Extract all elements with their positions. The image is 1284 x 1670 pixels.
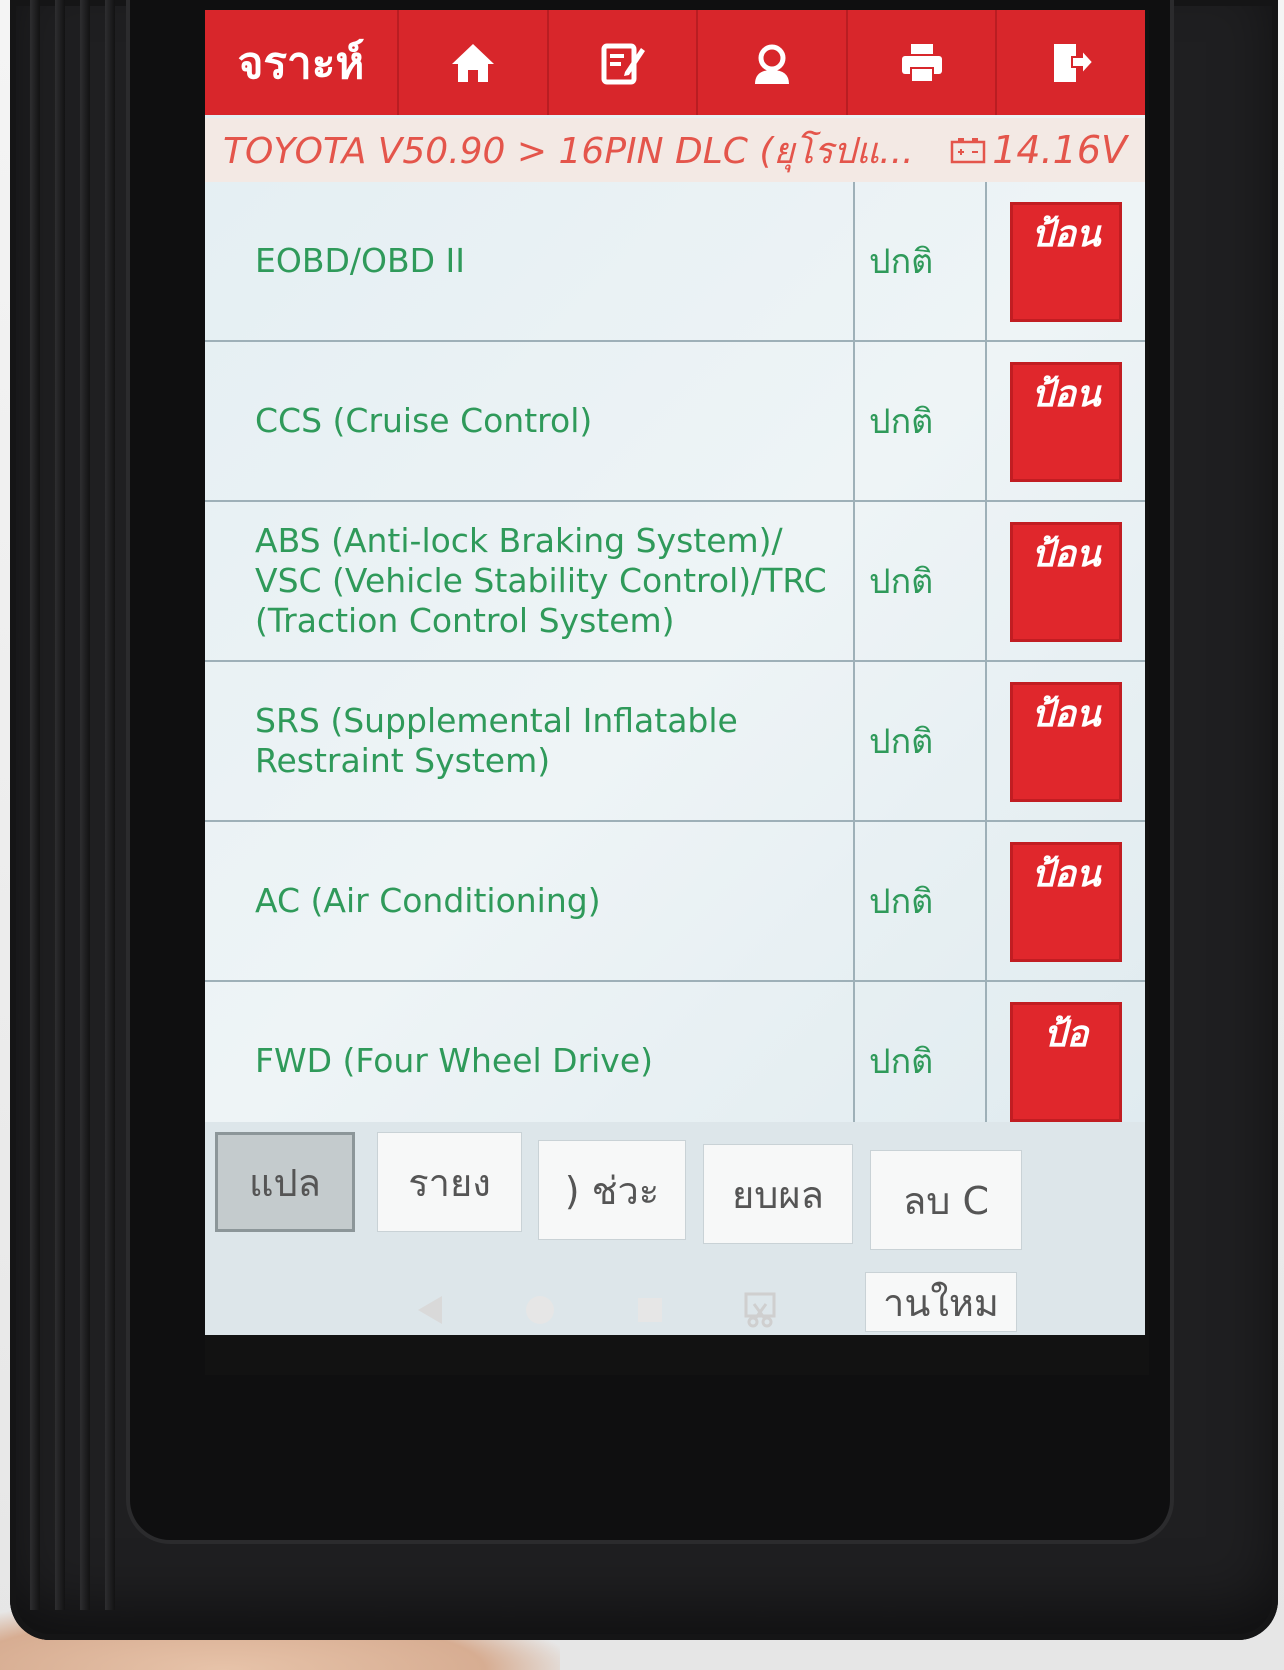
printer-icon	[901, 43, 942, 83]
table-row: FWD (Four Wheel Drive) ปกติ ป้อ	[205, 982, 1145, 1132]
breadcrumb: TOYOTA V50.90 > 16PIN DLC (ยุโรปแ... 14.…	[205, 118, 1145, 182]
table-row: EOBD/OBD II ปกติ ป้อน	[205, 182, 1145, 342]
table-row: SRS (Supplemental Inflatable Restraint S…	[205, 662, 1145, 822]
system-status: ปกติ	[857, 342, 987, 500]
exit-button[interactable]	[997, 10, 1145, 115]
case-ridge	[80, 0, 90, 1610]
home-button[interactable]	[399, 10, 549, 115]
page-title[interactable]: จราะห์	[205, 10, 399, 115]
system-status: ปกติ	[857, 822, 987, 980]
table-row: CCS (Cruise Control) ปกติ ป้อน	[205, 342, 1145, 502]
print-button[interactable]	[848, 10, 998, 115]
system-name: SRS (Supplemental Inflatable Restraint S…	[205, 662, 855, 820]
case-ridge	[30, 0, 40, 1610]
user-headset-icon	[754, 44, 789, 84]
nav-keys	[410, 1270, 830, 1350]
system-status: ปกติ	[857, 182, 987, 340]
view-results-button[interactable]: ยบผล	[703, 1144, 853, 1244]
edit-button[interactable]	[549, 10, 699, 115]
breadcrumb-path: TOYOTA V50.90 > 16PIN DLC (ยุโรปแ...	[223, 130, 914, 172]
enter-button[interactable]: ป้อน	[1010, 362, 1122, 482]
system-name: FWD (Four Wheel Drive)	[205, 982, 855, 1132]
report-button[interactable]: รายง	[377, 1132, 522, 1232]
system-name: EOBD/OBD II	[205, 182, 855, 340]
systems-table: EOBD/OBD II ปกติ ป้อน CCS (Cruise Contro…	[205, 182, 1145, 1132]
system-status: ปกติ	[857, 982, 987, 1132]
case-ridge	[105, 0, 115, 1610]
enter-button[interactable]: ป้อ	[1010, 1002, 1122, 1122]
table-row: ABS (Anti-lock Braking System)/ VSC (Veh…	[205, 502, 1145, 662]
system-name: ABS (Anti-lock Braking System)/ VSC (Veh…	[205, 502, 855, 660]
edit-note-icon	[601, 43, 646, 84]
clear-dtc-button[interactable]: ลบ C	[870, 1150, 1022, 1250]
rescan-button[interactable]: านใหม	[865, 1272, 1017, 1332]
translate-button[interactable]: แปล	[215, 1132, 355, 1232]
user-button[interactable]	[698, 10, 848, 115]
recents-square-icon[interactable]	[630, 1290, 670, 1330]
enter-button[interactable]: ป้อน	[1010, 842, 1122, 962]
system-status: ปกติ	[857, 502, 987, 660]
home-icon	[451, 43, 494, 82]
battery-voltage: 14.16V	[950, 128, 1127, 172]
system-status: ปกติ	[857, 662, 987, 820]
screenshot-scissors-icon[interactable]	[740, 1290, 780, 1330]
system-name: CCS (Cruise Control)	[205, 342, 855, 500]
back-icon[interactable]	[410, 1290, 450, 1330]
battery-icon	[950, 138, 986, 164]
home-circle-icon[interactable]	[520, 1290, 560, 1330]
screen: จราะห์ TOYOTA V50.90 > 16PIN DLC (ยุโรปแ…	[205, 10, 1149, 1375]
exit-icon	[1054, 43, 1095, 82]
enter-button[interactable]: ป้อน	[1010, 202, 1122, 322]
help-button[interactable]: ) ช่วะ	[538, 1140, 686, 1240]
system-name: AC (Air Conditioning)	[205, 822, 855, 980]
voltage-value: 14.16V	[992, 128, 1127, 172]
app-window: จราะห์ TOYOTA V50.90 > 16PIN DLC (ยุโรปแ…	[205, 10, 1145, 1335]
enter-button[interactable]: ป้อน	[1010, 522, 1122, 642]
case-ridge	[55, 0, 65, 1610]
top-toolbar: จราะห์	[205, 10, 1145, 115]
enter-button[interactable]: ป้อน	[1010, 682, 1122, 802]
table-row: AC (Air Conditioning) ปกติ ป้อน	[205, 822, 1145, 982]
